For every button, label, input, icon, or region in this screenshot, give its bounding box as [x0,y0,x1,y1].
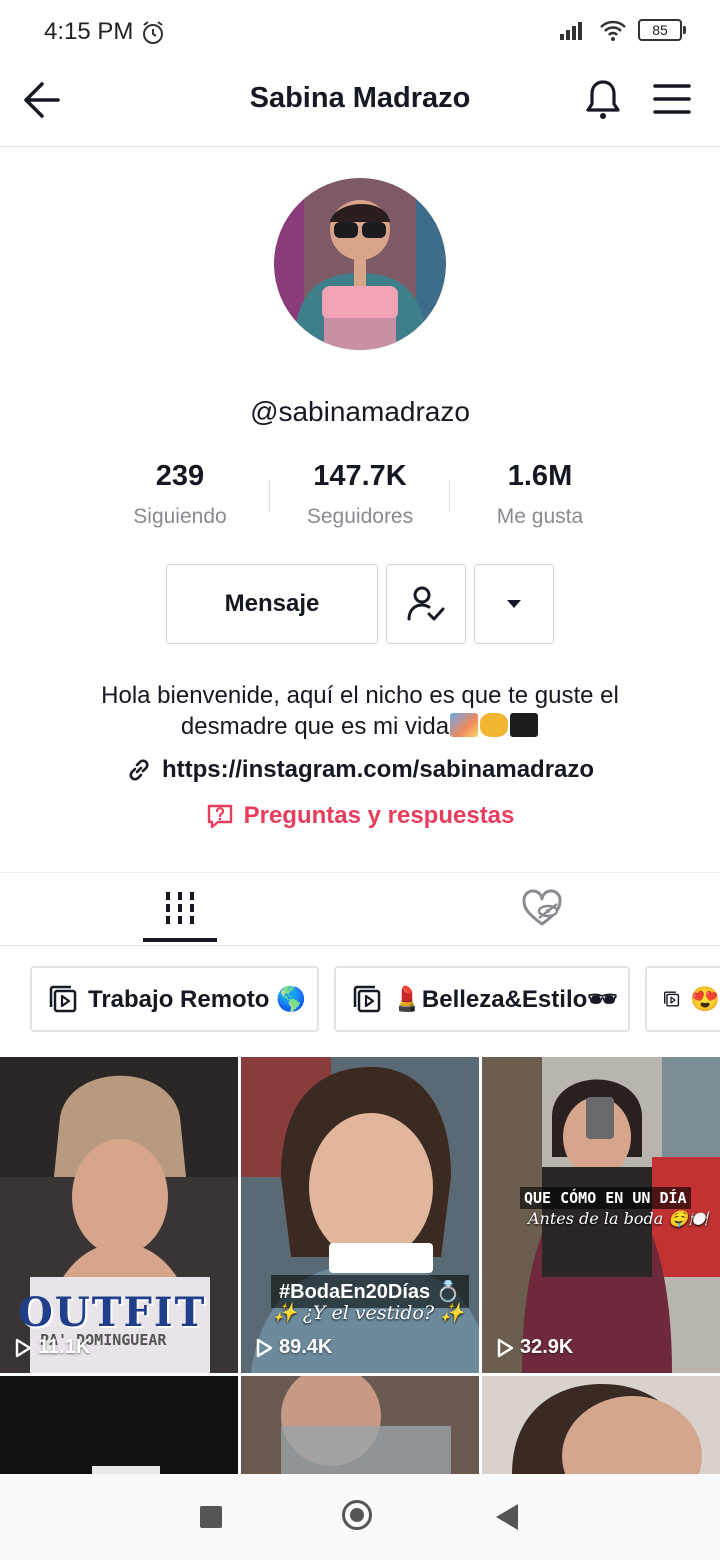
username: @sabinamadrazo [250,396,470,427]
stat-label: Seguidores [306,505,414,528]
video-overlay-subtitle: ✨ ¿Y el vestido? ✨ [273,1302,464,1324]
video-thumbnail[interactable] [482,1376,720,1474]
cat-icon [480,713,509,737]
view-count-text: 32.9K [520,1336,574,1358]
user-check-icon [407,586,445,621]
playlist-icon [49,985,77,1013]
stat-followers[interactable]: 147.7K Seguidores [270,460,450,529]
stat-value: 239 [155,460,205,492]
wifi-icon [600,20,626,41]
stat-label: Me gusta [496,505,584,528]
stat-following[interactable]: 239 Siguiendo [90,460,270,529]
profile-link[interactable]: https://instagram.com/sabinamadrazo [0,756,720,784]
view-count-text: 11.1K [38,1336,91,1358]
playlist-label: Trabajo Remoto 🌎 [88,985,306,1013]
qa-label: Preguntas y respuestas [243,802,515,829]
signal-icon [560,22,582,40]
suggested-dropdown-button[interactable] [474,564,554,644]
view-count: 32.9K [496,1336,573,1359]
play-icon [256,1338,273,1357]
play-icon [15,1338,32,1357]
video-thumbnail[interactable]: QUE CÓMO EN UN DÍA Antes de la boda 🤤🍽️ … [482,1057,720,1373]
video-thumbnail[interactable]: #BodaEn20Días 💍 ✨ ¿Y el vestido? ✨ 89.4K [241,1057,479,1373]
battery-indicator: 85 [638,19,686,41]
message-button[interactable]: Mensaje [166,564,378,644]
bell-icon[interactable] [582,78,624,120]
playlist-chip[interactable]: 😍 [645,966,720,1032]
video-thumbnail-image [241,1057,479,1373]
bio-line-2: desmadre que es mi vida [40,711,680,742]
following-button[interactable] [386,564,466,644]
video-overlay-title: QUE CÓMO EN UN DÍA [520,1187,691,1209]
active-tab-indicator [143,938,217,942]
status-bar: 4:15 PM 85 [0,0,720,64]
video-overlay-subtitle: Antes de la boda 🤤🍽️ [528,1209,709,1228]
stat-likes[interactable]: 1.6M Me gusta [450,460,630,529]
video-thumbnail-image [0,1376,238,1474]
view-count: 11.1K [14,1336,90,1359]
stat-value: 147.7K [313,460,407,492]
avatar[interactable] [274,178,446,350]
status-time: 4:15 PM [44,18,134,45]
status-indicators: 85 [558,18,686,42]
caret-down-icon [507,600,521,608]
stat-value: 1.6M [507,460,573,492]
videos-grid-tab-icon[interactable] [144,886,216,938]
video-thumbnail-image [241,1376,479,1474]
hidden-liked-heart-icon[interactable] [520,886,564,930]
playlist-icon [353,985,381,1013]
qa-link[interactable]: Preguntas y respuestas [0,802,720,830]
playlist-label: 😍 [690,985,720,1013]
video-thumbnail[interactable]: OUTFIT PA' DOMINGUEAR 11.1K [0,1057,238,1373]
stat-label: Siguiendo [133,505,227,528]
black-square-icon [510,713,539,737]
recent-apps-icon[interactable] [200,1506,222,1528]
menu-icon[interactable] [652,82,692,116]
profile-tabs [0,872,720,946]
view-count-text: 89.4K [279,1336,333,1358]
playlist-chip[interactable]: Trabajo Remoto 🌎 [30,966,319,1032]
video-thumbnail[interactable] [241,1376,479,1474]
back-arrow-icon[interactable] [22,80,62,120]
bio-line-2-text: desmadre que es mi vida [180,713,450,740]
play-icon [497,1338,514,1357]
bio-line-1: Hola bienvenide, aquí el nicho es que te… [101,682,619,709]
roller-coaster-icon [450,713,479,737]
video-thumbnail-image [482,1376,720,1474]
profile-link-text: https://instagram.com/sabinamadrazo [161,756,595,783]
profile-bio: Hola bienvenide, aquí el nicho es que te… [40,680,680,742]
alarm-icon [143,21,163,44]
video-overlay-title: OUTFIT [18,1289,207,1336]
link-icon [129,759,149,781]
view-count: 89.4K [255,1336,332,1359]
playlist-label: 💄Belleza&Estilo🕶 [392,985,618,1013]
question-bubble-icon [207,804,232,829]
video-thumbnail[interactable] [0,1376,238,1474]
home-icon[interactable] [342,1500,372,1530]
playlist-chip[interactable]: 💄Belleza&Estilo🕶 [334,966,630,1032]
playlist-icon [663,991,680,1007]
system-back-icon[interactable] [496,1504,518,1530]
